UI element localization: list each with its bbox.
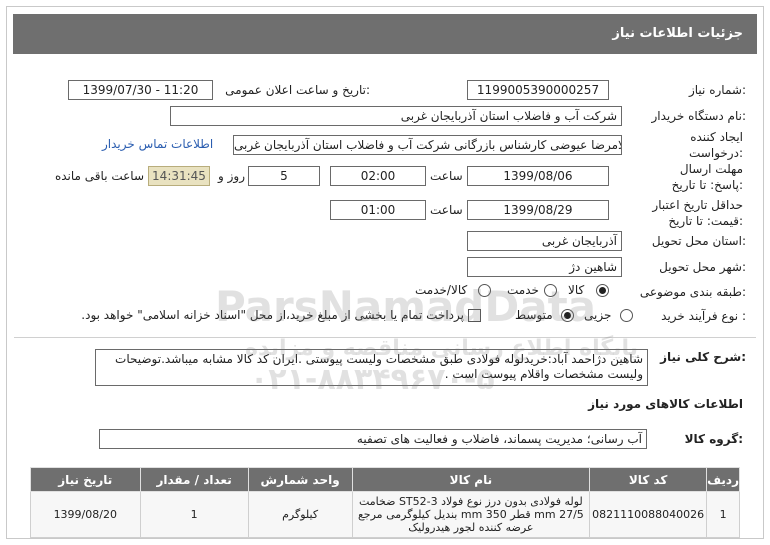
process-option-minor: جزیی — [584, 308, 612, 322]
col-code: کد کالا — [589, 467, 708, 492]
cell-date: 1399/08/20 — [30, 491, 141, 538]
treasury-payment-checkbox[interactable] — [468, 309, 481, 322]
goods-group-field: آب رسانی؛ مدیریت پسماند، فاضلاب و فعالیت… — [99, 429, 647, 449]
cell-row: 1 — [706, 491, 740, 538]
treasury-payment-note: پرداخت تمام یا بخشی از مبلغ خرید،از محل … — [81, 308, 464, 322]
process-radio-minor[interactable] — [620, 309, 633, 322]
page-header: جزئیات اطلاعات نیاز — [13, 14, 757, 54]
items-table: ردیف کد کالا نام کالا واحد شمارش تعداد /… — [30, 467, 740, 538]
response-deadline-time: 02:00 — [330, 166, 426, 186]
requester-label: ایجاد کننده درخواست: — [651, 129, 743, 161]
remaining-days: 5 — [248, 166, 320, 186]
col-qty: تعداد / مقدار — [139, 467, 249, 492]
response-deadline-date: 1399/08/06 — [467, 166, 609, 186]
remaining-time-counter: 14:31:45 — [148, 166, 210, 186]
divider — [14, 337, 756, 338]
process-type-label: نوع فرآیند خرید : — [661, 309, 746, 323]
category-option-goods: کالا — [568, 283, 585, 297]
city-field: شاهین دژ — [467, 257, 622, 277]
response-deadline-label: مهلت ارسال پاسخ: تا تاریخ: — [651, 161, 743, 193]
price-validity-time-label: ساعت — [430, 203, 463, 217]
buyer-contact-link[interactable]: اطلاعات تماس خریدار — [102, 137, 213, 151]
need-number-field: 1199005390000257 — [467, 80, 609, 100]
price-validity-label-text: حداقل تاریخ اعتبار قیمت: تا تاریخ: — [652, 198, 743, 228]
process-radio-medium[interactable] — [561, 309, 574, 322]
buyer-org-label: نام دستگاه خریدار: — [651, 109, 747, 123]
cell-qty: 1 — [139, 491, 249, 538]
cell-unit: کیلوگرم — [247, 491, 353, 538]
col-name: نام کالا — [351, 467, 591, 492]
category-option-goods-service: کالا/خدمت — [415, 283, 468, 297]
city-label: شهر محل تحویل: — [659, 260, 746, 274]
category-radio-service[interactable] — [544, 284, 557, 297]
process-option-medium: متوسط — [515, 308, 553, 322]
items-table-header: ردیف کد کالا نام کالا واحد شمارش تعداد /… — [30, 467, 740, 492]
remaining-days-label: روز و — [218, 169, 245, 183]
price-validity-label: حداقل تاریخ اعتبار قیمت: تا تاریخ: — [651, 197, 743, 229]
goods-section-title: اطلاعات کالاهای مورد نیاز — [588, 397, 743, 411]
province-label: استان محل تحویل: — [651, 234, 746, 248]
description-label: شرح کلی نیاز: — [660, 350, 746, 364]
province-field: آذربایجان غربی — [467, 231, 622, 251]
response-deadline-time-label: ساعت — [430, 169, 463, 183]
col-row: ردیف — [706, 467, 740, 492]
category-radio-goods-service[interactable] — [478, 284, 491, 297]
price-validity-date: 1399/08/29 — [467, 200, 609, 220]
col-unit: واحد شمارش — [247, 467, 353, 492]
response-deadline-label-text: مهلت ارسال پاسخ: تا تاریخ: — [671, 162, 743, 192]
need-number-label: شماره نیاز: — [688, 83, 746, 97]
announce-datetime-label: تاریخ و ساعت اعلان عمومی: — [225, 83, 370, 97]
buyer-org-field: شرکت آب و فاضلاب استان آذربایجان غربی — [170, 106, 622, 126]
goods-group-label: گروه کالا: — [684, 432, 743, 446]
description-text: شاهین دژاحمد آباد:خریدلوله فولادی طبق مش… — [95, 349, 648, 386]
cell-code: 0821110088040026 — [589, 491, 708, 538]
price-validity-time: 01:00 — [330, 200, 426, 220]
requester-label-text: ایجاد کننده درخواست: — [689, 130, 743, 160]
category-radio-goods[interactable] — [596, 284, 609, 297]
announce-datetime-field: 1399/07/30 - 11:20 — [68, 80, 213, 100]
requester-field: غلامرضا عیوضی کارشناس بازرگانی شرکت آب و… — [233, 135, 622, 155]
cell-name: لوله فولادی بدون درز نوع فولاد ST52-3 ضخ… — [351, 491, 591, 538]
table-row: 1 0821110088040026 لوله فولادی بدون درز … — [30, 491, 740, 538]
remaining-time-label: ساعت باقی مانده — [54, 169, 144, 183]
category-label: طبقه بندی موضوعی: — [639, 285, 746, 299]
category-option-service: خدمت — [507, 283, 539, 297]
col-date: تاریخ نیاز — [30, 467, 141, 492]
